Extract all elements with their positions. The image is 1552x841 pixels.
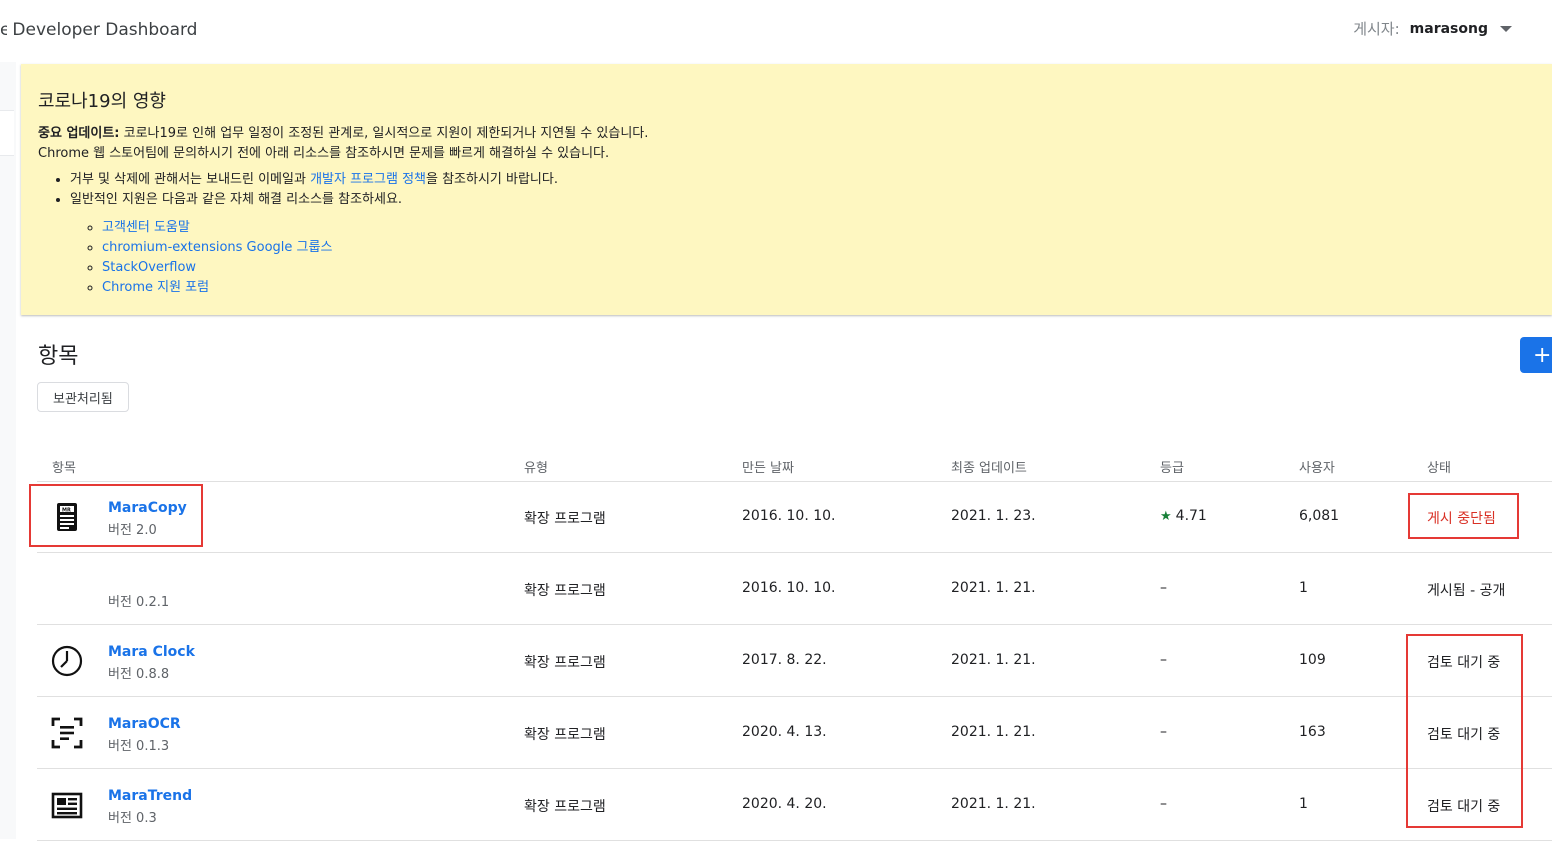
items-title: 항목 [38,344,79,369]
top-bar: e Developer Dashboard 게시자: marasong [0,0,1552,62]
star-icon: ★ [1160,509,1172,524]
col-item: 항목 [52,461,76,476]
item-type: 확장 프로그램 [524,799,606,815]
table-row[interactable]: 버전 0.2.1 확장 프로그램 2016. 10. 10. 2021. 1. … [37,553,1552,625]
highlight-box-status [1408,493,1519,539]
item-rating: – [1160,724,1167,740]
highlight-box-pending [1406,634,1523,828]
item-updated: 2021. 1. 21. [951,652,1036,668]
bullet2-text: 일반적인 지원은 다음과 같은 자체 해결 리소스를 참조하세요. [70,192,403,207]
item-rating: ★ 4.71 [1160,508,1207,524]
newspaper-icon [51,792,83,819]
left-nav-item[interactable] [0,110,14,156]
item-name-link[interactable]: MaraTrend [108,788,192,804]
notice-line2: Chrome 웹 스토어팀에 문의하시기 전에 아래 리소스를 참조하시면 문제… [38,146,610,161]
item-users: 6,081 [1299,508,1340,524]
item-rating: – [1160,652,1167,668]
items-table-header: 항목 유형 만든 날짜 최종 업데이트 등급 사용자 상태 [37,445,1552,482]
notice-bullet-support: 일반적인 지원은 다음과 같은 자체 해결 리소스를 참조하세요. 고객센터 도… [70,190,558,298]
item-updated: 2021. 1. 23. [951,508,1036,524]
app-title-prefix: e [0,20,7,40]
app-title-text: Developer Dashboard [12,20,198,40]
covid-notice-banner: 코로나19의 영향 중요 업데이트: 코로나19로 인해 업무 일정이 조정된 … [21,64,1552,315]
item-status: 게시됨 - 공개 [1427,583,1506,599]
item-created: 2017. 8. 22. [742,652,827,668]
table-row[interactable]: MaraTrend 버전 0.3 확장 프로그램 2020. 4. 20. 20… [37,769,1552,841]
important-label: 중요 업데이트: [38,126,120,141]
col-type: 유형 [524,461,548,476]
item-created: 2020. 4. 20. [742,796,827,812]
table-row[interactable]: MR MaraCopy 버전 2.0 확장 프로그램 2016. 10. 10.… [37,481,1552,553]
item-type: 확장 프로그램 [524,583,606,599]
left-rail [0,62,16,839]
col-created: 만든 날짜 [742,461,794,476]
item-type: 확장 프로그램 [524,655,606,671]
google-groups-link[interactable]: chromium-extensions Google 그룹스 [102,240,332,255]
chrome-forum-link[interactable]: Chrome 지원 포럼 [102,280,209,295]
item-type: 확장 프로그램 [524,727,606,743]
rating-value: 4.71 [1175,508,1207,524]
item-users: 109 [1299,652,1326,668]
item-users: 1 [1299,580,1308,596]
notice-body: 중요 업데이트: 코로나19로 인해 업무 일정이 조정된 관계로, 일시적으로… [38,124,648,164]
item-version: 버전 0.3 [108,811,157,826]
item-created: 2016. 10. 10. [742,580,836,596]
item-updated: 2021. 1. 21. [951,796,1036,812]
col-status: 상태 [1427,461,1451,476]
clock-icon [51,645,83,677]
item-type: 확장 프로그램 [524,511,606,527]
support-link-item: chromium-extensions Google 그룹스 [102,238,558,258]
item-version: 버전 0.2.1 [108,595,170,610]
ocr-scan-icon [51,717,83,749]
help-center-link[interactable]: 고객센터 도움말 [102,220,190,235]
item-created: 2020. 4. 13. [742,724,827,740]
publisher-label: 게시자: [1353,20,1400,38]
item-version: 버전 0.8.8 [108,667,170,682]
item-name-link[interactable]: Mara Clock [108,644,195,660]
item-users: 163 [1299,724,1326,740]
item-updated: 2021. 1. 21. [951,724,1036,740]
bullet1-post: 을 참조하시기 바랍니다. [425,172,558,187]
support-link-item: 고객센터 도움말 [102,218,558,238]
bullet1-pre: 거부 및 삭제에 관해서는 보내드린 이메일과 [70,172,311,187]
notice-bullets: 거부 및 삭제에 관해서는 보내드린 이메일과 개발자 프로그램 정책을 참조하… [38,170,558,298]
support-link-item: StackOverflow [102,258,558,278]
chevron-down-icon[interactable] [1500,25,1512,32]
add-item-button[interactable]: + [1520,337,1552,373]
col-updated: 최종 업데이트 [951,461,1027,476]
col-users: 사용자 [1299,461,1335,476]
table-row[interactable]: Mara Clock 버전 0.8.8 확장 프로그램 2017. 8. 22.… [37,625,1552,697]
support-link-item: Chrome 지원 포럼 [102,278,558,298]
notice-title: 코로나19의 영향 [38,91,166,112]
archived-button[interactable]: 보관처리됨 [37,382,129,412]
col-rating: 등급 [1160,461,1184,476]
item-users: 1 [1299,796,1308,812]
item-rating: – [1160,580,1167,596]
table-row[interactable]: MaraOCR 버전 0.1.3 확장 프로그램 2020. 4. 13. 20… [37,697,1552,769]
item-updated: 2021. 1. 21. [951,580,1036,596]
app-title: e Developer Dashboard [0,20,197,40]
stackoverflow-link[interactable]: StackOverflow [102,260,196,275]
item-name-link[interactable]: MaraOCR [108,716,181,732]
item-version: 버전 0.1.3 [108,739,170,754]
developer-policy-link[interactable]: 개발자 프로그램 정책 [310,172,426,187]
publisher-name[interactable]: marasong [1410,21,1488,37]
important-text: 코로나19로 인해 업무 일정이 조정된 관계로, 일시적으로 지원이 제한되거… [119,126,649,141]
highlight-box-item [29,484,203,547]
notice-bullet-policy: 거부 및 삭제에 관해서는 보내드린 이메일과 개발자 프로그램 정책을 참조하… [70,170,558,190]
item-created: 2016. 10. 10. [742,508,836,524]
publisher-selector[interactable]: 게시자: marasong [1353,18,1512,39]
item-rating: – [1160,796,1167,812]
support-links: 고객센터 도움말 chromium-extensions Google 그룹스 … [70,218,558,298]
